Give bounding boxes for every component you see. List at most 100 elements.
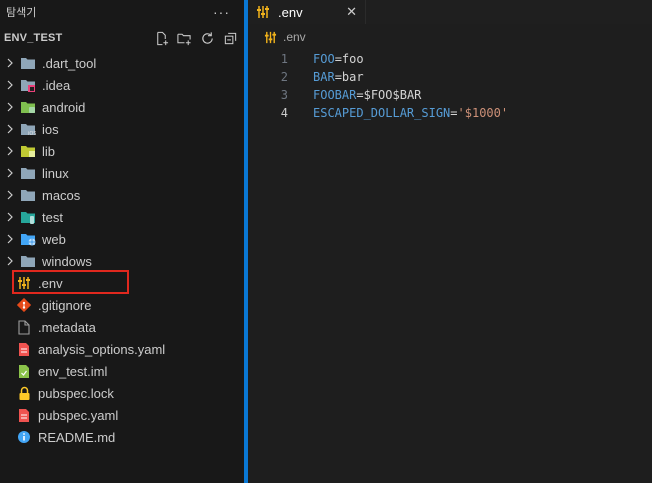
folder-icon (20, 55, 36, 71)
chevron-right-icon[interactable] (2, 58, 18, 68)
tree-item-label: ios (42, 121, 59, 137)
tab-bar: .env ✕ (248, 0, 652, 24)
tree-item-label: .metadata (38, 319, 96, 335)
tree-item-label: windows (42, 253, 92, 269)
breadcrumb-item[interactable]: .env (283, 30, 306, 44)
explorer-title: 탐색기 (6, 7, 37, 19)
equals-sign: = (450, 106, 458, 120)
yaml-icon (16, 341, 32, 357)
tree-item-idea[interactable]: .idea (0, 74, 244, 96)
tree-item-label: analysis_options.yaml (38, 341, 166, 357)
tree-item-linux[interactable]: linux (0, 162, 244, 184)
tab-label: .env (278, 4, 303, 20)
chevron-right-icon[interactable] (2, 102, 18, 112)
folder-icon (20, 253, 36, 269)
tree-item-test[interactable]: test (0, 206, 244, 228)
env-file-icon (256, 5, 270, 19)
breadcrumb[interactable]: .env (248, 24, 652, 50)
tree-item-label: pubspec.lock (38, 385, 114, 401)
chevron-right-icon[interactable] (2, 80, 18, 90)
test-folder-icon (20, 209, 36, 225)
document-icon (16, 319, 32, 335)
chevron-right-icon[interactable] (2, 234, 18, 244)
tree-item-label: macos (42, 187, 81, 203)
env-value: $FOO$BAR (363, 88, 422, 102)
iml-icon (16, 363, 32, 379)
ios-folder-icon: iOS (20, 121, 36, 137)
tree-item-gitignore[interactable]: .gitignore (0, 294, 244, 316)
refresh-icon[interactable] (199, 30, 215, 46)
tree-item-label: lib (42, 143, 56, 159)
tree-item-label: .idea (42, 77, 71, 93)
env-value-string: '$1000' (457, 106, 509, 120)
tree-item-ios[interactable]: iOS ios (0, 118, 244, 140)
yaml-icon (16, 407, 32, 423)
tree-item-metadata[interactable]: .metadata (0, 316, 244, 338)
tree-item-pubspec-yaml[interactable]: pubspec.yaml (0, 404, 244, 426)
tree-item-env-test-iml[interactable]: env_test.iml (0, 360, 244, 382)
new-folder-icon[interactable] (176, 30, 192, 46)
tree-item-pubspec-lock[interactable]: pubspec.lock (0, 382, 244, 404)
more-actions-icon[interactable]: ··· (213, 4, 230, 20)
tree-item-label: .dart_tool (42, 55, 97, 71)
tree-item-android[interactable]: android (0, 96, 244, 118)
chevron-right-icon[interactable] (2, 256, 18, 266)
tree-item-label: env_test.iml (38, 363, 108, 379)
idea-folder-icon (20, 77, 36, 93)
web-folder-icon (20, 231, 36, 247)
equals-sign: = (334, 70, 342, 84)
tree-item-label: web (42, 231, 66, 247)
env-key: BAR (313, 70, 335, 84)
tab-env[interactable]: .env ✕ (248, 0, 366, 24)
explorer-header: 탐색기 ··· (0, 0, 244, 24)
line-number: 3 (280, 88, 288, 102)
equals-sign: = (356, 88, 364, 102)
tree-item-label: README.md (38, 429, 116, 445)
file-tree: .dart_tool .idea android iOS ios lib lin… (0, 52, 244, 448)
lock-icon (16, 385, 32, 401)
env-file-icon (264, 31, 277, 44)
tree-item-analysis-options[interactable]: analysis_options.yaml (0, 338, 244, 360)
line-number: 1 (280, 52, 288, 66)
close-icon[interactable]: ✕ (346, 4, 357, 20)
tree-item-lib[interactable]: lib (0, 140, 244, 162)
tree-item-windows[interactable]: windows (0, 250, 244, 272)
code-line: 3 FOOBAR = $FOO$BAR (248, 86, 652, 104)
code-line: 2 BAR = bar (248, 68, 652, 86)
chevron-right-icon[interactable] (2, 168, 18, 178)
git-icon (16, 297, 32, 313)
tree-item-readme[interactable]: README.md (0, 426, 244, 448)
chevron-right-icon[interactable] (2, 124, 18, 134)
workspace-section-header[interactable]: ENV_TEST (0, 24, 244, 52)
folder-icon (20, 187, 36, 203)
workspace-name: ENV_TEST (4, 32, 63, 44)
code-editor[interactable]: 1 FOO = foo 2 BAR = bar 3 FOOBAR = $FOO$BAR 4 … (248, 50, 652, 122)
chevron-right-icon[interactable] (2, 212, 18, 222)
folder-icon (20, 165, 36, 181)
env-key: FOOBAR (313, 88, 357, 102)
line-number: 2 (280, 70, 288, 84)
env-key: FOO (313, 52, 335, 66)
explorer-sidebar: 탐색기 ··· ENV_TEST .dart_tool .idea androi… (0, 0, 244, 483)
tree-item-dart-tool[interactable]: .dart_tool (0, 52, 244, 74)
code-line: 1 FOO = foo (248, 50, 652, 68)
env-value: foo (341, 52, 364, 66)
svg-text:iOS: iOS (28, 131, 36, 136)
new-file-icon[interactable] (153, 30, 169, 46)
editor-area: .env ✕ .env 1 FOO = foo 2 BAR = bar 3 FOOBAR… (248, 0, 652, 483)
env-key: ESCAPED_DOLLAR_SIGN (313, 106, 451, 120)
tree-item-label: .gitignore (38, 297, 92, 313)
tree-item-web[interactable]: web (0, 228, 244, 250)
chevron-right-icon[interactable] (2, 146, 18, 156)
env-value: bar (341, 70, 364, 84)
collapse-all-icon[interactable] (222, 30, 238, 46)
selection-highlight-box (12, 270, 129, 294)
info-icon (16, 429, 32, 445)
tree-item-label: test (42, 209, 63, 225)
code-line-active: 4 ESCAPED_DOLLAR_SIGN = '$1000' (248, 104, 652, 122)
chevron-right-icon[interactable] (2, 190, 18, 200)
line-number: 4 (280, 106, 288, 120)
tree-item-macos[interactable]: macos (0, 184, 244, 206)
tree-item-label: linux (42, 165, 69, 181)
tree-item-label: android (42, 99, 86, 115)
